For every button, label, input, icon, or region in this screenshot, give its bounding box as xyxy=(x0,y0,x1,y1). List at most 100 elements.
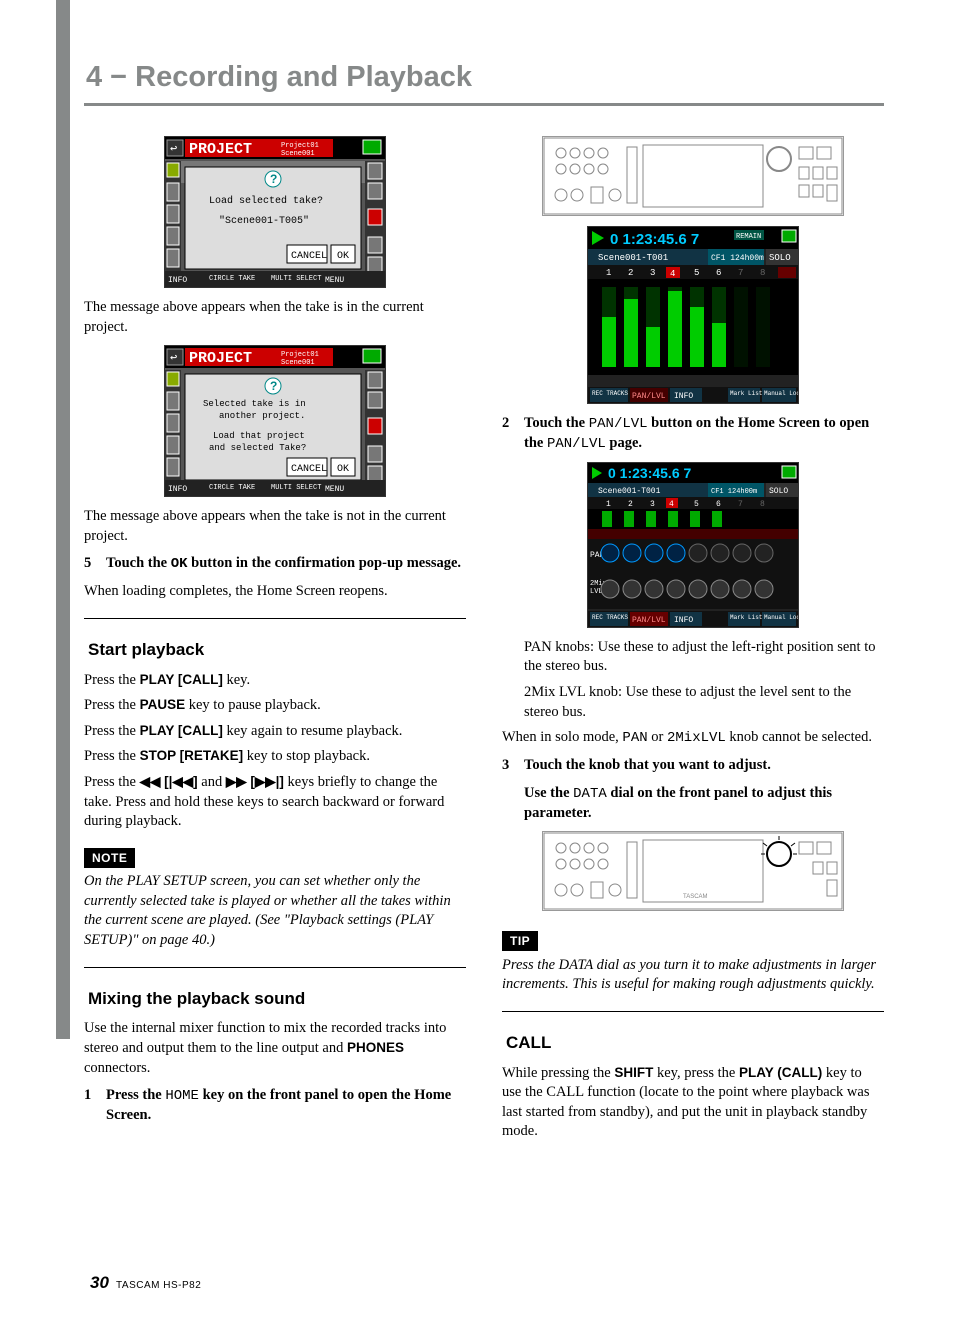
loading-done: When loading completes, the Home Screen … xyxy=(84,582,466,602)
svg-text:7: 7 xyxy=(738,268,743,278)
svg-text:Scene001: Scene001 xyxy=(281,359,315,367)
call-text: While pressing the SHIFT key, press the … xyxy=(502,1064,884,1142)
panlvl-screen-svg: 0 1:23:45.6 7 Scene001-T001 CF1 124h00m … xyxy=(587,462,799,628)
tip-text: Press the DATA dial as you turn it to ma… xyxy=(502,956,884,995)
chapter-title: 4 − Recording and Playback xyxy=(84,58,884,97)
svg-text:8: 8 xyxy=(760,268,765,278)
footer: 30 TASCAM HS-P82 xyxy=(90,1272,201,1295)
svg-text:0 1:23:45.6 7: 0 1:23:45.6 7 xyxy=(608,465,691,481)
svg-text:SOLO: SOLO xyxy=(769,487,788,496)
svg-text:CANCEL: CANCEL xyxy=(291,251,327,262)
heading-mixing: Mixing the playback sound xyxy=(84,986,466,1014)
svg-text:Load selected take?: Load selected take? xyxy=(209,195,323,207)
svg-text:INFO: INFO xyxy=(674,616,693,625)
svg-text:Scene001: Scene001 xyxy=(281,150,315,158)
svg-text:1: 1 xyxy=(606,268,611,278)
svg-text:and selected Take?: and selected Take? xyxy=(209,443,306,453)
svg-text:3: 3 xyxy=(650,500,655,509)
step3-line1: Touch the knob that you want to adjust. xyxy=(524,756,884,776)
svg-text:?: ? xyxy=(270,379,277,393)
svg-text:Scene001-T001: Scene001-T001 xyxy=(598,487,661,496)
left-column: ↩ PROJECT Project01 Scene001 xyxy=(84,128,466,1148)
sp-line5: Press the ◀◀ [|◀◀] and ▶▶ [▶▶|] keys bri… xyxy=(84,773,466,832)
step-3: 3 Touch the knob that you want to adjust… xyxy=(502,756,884,823)
svg-text:CF1 124h00m: CF1 124h00m xyxy=(711,254,764,263)
side-accent-bar xyxy=(56,0,70,1039)
note-text: On the PLAY SETUP screen, you can set wh… xyxy=(84,872,466,950)
svg-text:1: 1 xyxy=(606,500,611,509)
svg-text:REMAIN: REMAIN xyxy=(736,233,761,241)
heading-start-playback: Start playback xyxy=(84,637,466,665)
svg-text:Manual Locate: Manual Locate xyxy=(764,390,799,397)
svg-text:4: 4 xyxy=(669,500,674,509)
svg-text:MENU: MENU xyxy=(325,485,344,494)
svg-text:CANCEL: CANCEL xyxy=(291,464,327,475)
step-3-num: 3 xyxy=(502,756,514,823)
mix-intro: Use the internal mixer function to mix t… xyxy=(84,1019,466,1078)
fig2-caption: The message above appears when the take … xyxy=(84,507,466,546)
svg-text:3: 3 xyxy=(650,268,655,278)
fig1-caption: The message above appears when the take … xyxy=(84,298,466,337)
svg-text:8: 8 xyxy=(760,500,765,509)
svg-text:MULTI SELECT: MULTI SELECT xyxy=(271,275,321,283)
svg-text:Scene001-T001: Scene001-T001 xyxy=(598,253,668,263)
svg-text:4: 4 xyxy=(670,269,675,279)
svg-text:0 1:23:45.6 7: 0 1:23:45.6 7 xyxy=(610,231,699,248)
step-5-text-b: button in the confirmation pop-up messag… xyxy=(188,555,462,571)
step-5-num: 5 xyxy=(84,554,96,574)
svg-text:7: 7 xyxy=(738,500,743,509)
figure-device-2: TASCAM xyxy=(502,831,884,911)
pan-code-1: PAN/LVL xyxy=(589,416,648,432)
svg-text:PROJECT: PROJECT xyxy=(189,141,252,158)
svg-text:5: 5 xyxy=(694,268,699,278)
page-number: 30 xyxy=(90,1273,109,1292)
figure-home-screen: 0 1:23:45.6 7 REMAIN Scene001-T001 CF1 1… xyxy=(502,226,884,404)
sp-line2: Press the PAUSE key to pause playback. xyxy=(84,696,466,716)
right-column: 0 1:23:45.6 7 REMAIN Scene001-T001 CF1 1… xyxy=(502,128,884,1148)
svg-text:?: ? xyxy=(270,172,277,186)
sp-line3: Press the PLAY [CALL] key again to resum… xyxy=(84,722,466,742)
device-svg-2: TASCAM xyxy=(542,831,844,911)
figure-project-popup-2: ↩ PROJECT Project01 Scene001 xyxy=(84,345,466,497)
svg-text:INFO: INFO xyxy=(674,392,693,401)
home-screen-svg: 0 1:23:45.6 7 REMAIN Scene001-T001 CF1 1… xyxy=(587,226,799,404)
svg-text:OK: OK xyxy=(337,251,349,262)
svg-text:CIRCLE TAKE: CIRCLE TAKE xyxy=(209,275,255,283)
svg-text:"Scene001-T005": "Scene001-T005" xyxy=(219,215,309,227)
svg-text:CF1 124h00m: CF1 124h00m xyxy=(711,488,757,496)
tip-label: TIP xyxy=(502,931,538,951)
svg-text:Load that project: Load that project xyxy=(213,431,305,441)
svg-text:↩: ↩ xyxy=(170,142,177,156)
footer-model: TASCAM HS-P82 xyxy=(116,1280,201,1291)
svg-text:6: 6 xyxy=(716,500,721,509)
svg-text:Mark List: Mark List xyxy=(730,614,762,621)
step2-a: Touch the xyxy=(524,415,589,431)
step-5-text-a: Touch the xyxy=(106,555,171,571)
pan-line: PAN knobs: Use these to adjust the left-… xyxy=(524,638,884,677)
ok-code: OK xyxy=(171,556,188,572)
step-1-num: 1 xyxy=(84,1086,96,1125)
svg-text:SOLO: SOLO xyxy=(769,253,791,263)
lvl-line: 2Mix LVL knob: Use these to adjust the l… xyxy=(524,683,884,722)
svg-text:Project01: Project01 xyxy=(281,142,319,150)
section-rule-2 xyxy=(84,967,466,968)
svg-text:OK: OK xyxy=(337,464,349,475)
svg-text:PROJECT: PROJECT xyxy=(189,350,252,367)
step2-c: page. xyxy=(606,435,642,451)
sp-line4: Press the STOP [RETAKE] key to stop play… xyxy=(84,747,466,767)
figure-project-popup-1: ↩ PROJECT Project01 Scene001 xyxy=(84,136,466,288)
svg-text:Selected take is in: Selected take is in xyxy=(203,399,306,409)
device-svg-1 xyxy=(542,136,844,216)
section-rule-1 xyxy=(84,618,466,619)
svg-text:Manual Locate: Manual Locate xyxy=(764,614,799,621)
svg-text:TASCAM: TASCAM xyxy=(683,894,708,900)
home-code: HOME xyxy=(165,1088,199,1104)
svg-text:INFO: INFO xyxy=(168,276,187,285)
step-2-num: 2 xyxy=(502,414,514,454)
step-5: 5 Touch the OK button in the confirmatio… xyxy=(84,554,466,574)
svg-text:2: 2 xyxy=(628,500,633,509)
heading-call: CALL xyxy=(502,1030,884,1058)
svg-text:↩: ↩ xyxy=(170,351,177,365)
svg-text:6: 6 xyxy=(716,268,721,278)
step-1: 1 Press the HOME key on the front panel … xyxy=(84,1086,466,1125)
